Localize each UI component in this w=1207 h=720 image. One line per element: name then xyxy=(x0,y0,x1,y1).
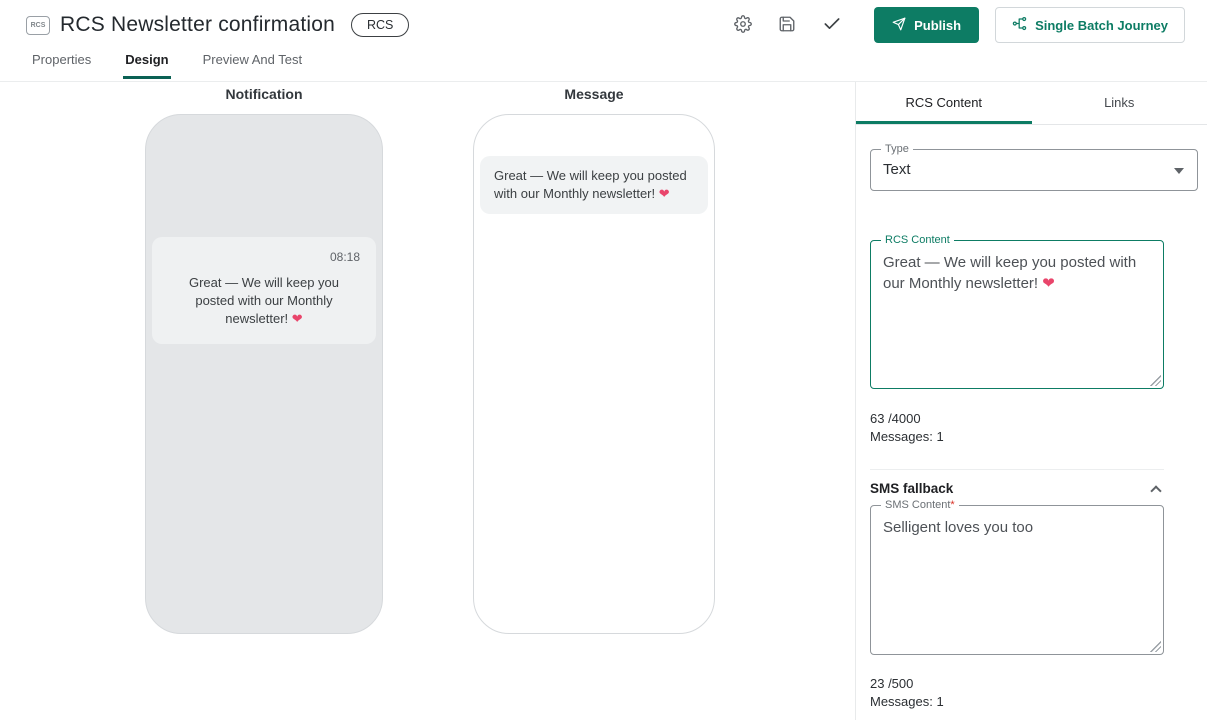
chevron-up-icon xyxy=(1150,485,1161,496)
content-panel: RCS Content Links Type Text RCS Content … xyxy=(855,82,1207,720)
panel-tab-bar: RCS Content Links xyxy=(856,82,1207,125)
gear-icon xyxy=(734,15,752,36)
header: RCS RCS Newsletter confirmation RCS Publ… xyxy=(0,0,1207,82)
required-marker: * xyxy=(950,499,954,511)
publish-button[interactable]: Publish xyxy=(874,7,979,43)
sms-content-value: Selligent loves you too xyxy=(871,506,1163,549)
heart-icon: ❤ xyxy=(1042,275,1055,292)
tab-preview-and-test[interactable]: Preview And Test xyxy=(201,50,304,79)
channel-badge: RCS xyxy=(351,13,409,37)
chevron-down-icon xyxy=(1174,168,1184,174)
sms-message-count: Messages: 1 xyxy=(870,693,1164,711)
message-bubble: Great — We will keep you posted with our… xyxy=(480,156,708,214)
sms-fallback-header[interactable]: SMS fallback xyxy=(870,481,1164,496)
rcs-char-counter: 63 /4000 xyxy=(870,410,1195,428)
settings-button[interactable] xyxy=(730,11,756,40)
message-phone-mockup: Great — We will keep you posted with our… xyxy=(473,114,715,634)
page-title: RCS Newsletter confirmation xyxy=(60,13,335,37)
rcs-content-label: RCS Content xyxy=(881,234,954,247)
publish-label: Publish xyxy=(914,18,961,33)
tab-design[interactable]: Design xyxy=(123,50,170,79)
type-select-value: Text xyxy=(871,150,1197,190)
tab-rcs-content[interactable]: RCS Content xyxy=(856,82,1032,124)
send-icon xyxy=(892,17,906,34)
rcs-counter-block: 63 /4000 Messages: 1 xyxy=(870,410,1195,446)
sms-content-label: SMS Content* xyxy=(881,499,959,512)
tab-properties[interactable]: Properties xyxy=(30,50,93,79)
sms-fallback-section: SMS fallback SMS Content* Selligent love… xyxy=(870,469,1164,711)
main-area: Notification 08:18 Great — We will keep … xyxy=(0,82,1207,720)
sms-fallback-title: SMS fallback xyxy=(870,481,953,496)
rcs-content-textarea[interactable]: RCS Content Great — We will keep you pos… xyxy=(870,240,1164,389)
journey-label: Single Batch Journey xyxy=(1035,18,1168,33)
heart-icon: ❤ xyxy=(659,186,670,201)
type-select-label: Type xyxy=(881,143,913,156)
resize-handle[interactable] xyxy=(1150,641,1161,652)
notification-time: 08:18 xyxy=(168,250,360,264)
save-icon xyxy=(778,15,796,36)
rcs-content-value: Great — We will keep you posted with our… xyxy=(871,241,1163,305)
header-title-row: RCS RCS Newsletter confirmation RCS Publ… xyxy=(0,0,1207,50)
message-preview-column: Message Great — We will keep you posted … xyxy=(473,86,715,634)
journey-icon xyxy=(1012,16,1027,34)
sms-counter-block: 23 /500 Messages: 1 xyxy=(870,675,1164,711)
notification-card: 08:18 Great — We will keep you posted wi… xyxy=(152,237,376,344)
rcs-message-count: Messages: 1 xyxy=(870,428,1195,446)
sms-char-counter: 23 /500 xyxy=(870,675,1164,693)
notification-preview-column: Notification 08:18 Great — We will keep … xyxy=(145,86,383,634)
notification-column-title: Notification xyxy=(145,86,383,102)
save-button[interactable] xyxy=(774,11,800,40)
rcs-app-icon: RCS xyxy=(26,16,50,35)
check-icon xyxy=(822,14,842,37)
sms-content-textarea[interactable]: SMS Content* Selligent loves you too xyxy=(870,505,1164,655)
type-select[interactable]: Type Text xyxy=(870,149,1198,191)
single-batch-journey-button[interactable]: Single Batch Journey xyxy=(995,7,1185,43)
panel-body: Type Text RCS Content Great — We will ke… xyxy=(856,125,1207,711)
message-column-title: Message xyxy=(473,86,715,102)
heart-icon: ❤ xyxy=(292,311,303,326)
main-tab-bar: Properties Design Preview And Test xyxy=(0,50,1207,81)
notification-message-text: Great — We will keep you posted with our… xyxy=(168,274,360,328)
resize-handle[interactable] xyxy=(1150,375,1161,386)
validate-button[interactable] xyxy=(818,10,846,41)
tab-links[interactable]: Links xyxy=(1032,82,1207,124)
notification-phone-mockup: 08:18 Great — We will keep you posted wi… xyxy=(145,114,383,634)
design-canvas: Notification 08:18 Great — We will keep … xyxy=(0,82,855,720)
